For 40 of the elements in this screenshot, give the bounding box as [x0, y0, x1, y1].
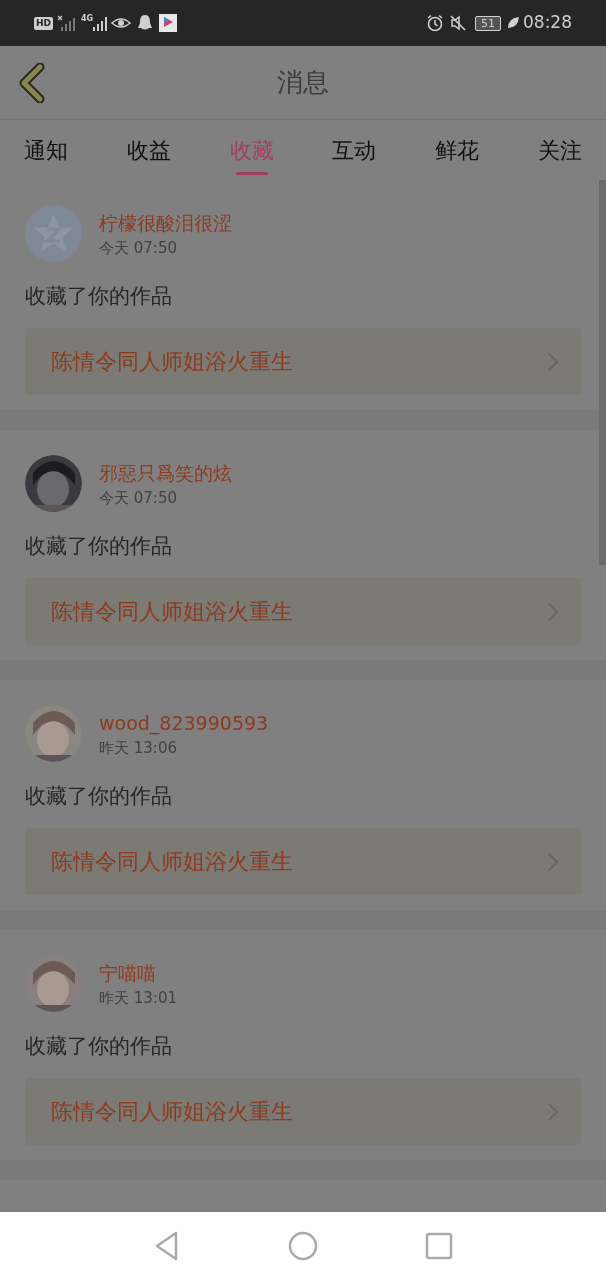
- signal-icon: [93, 15, 108, 31]
- work-link[interactable]: 陈情令同人师姐浴火重生: [25, 828, 581, 895]
- app-icon: [159, 14, 178, 32]
- triangle-back-icon: [154, 1231, 180, 1261]
- tab[interactable]: 鲜花: [435, 125, 480, 175]
- message-text: 收藏了你的作品: [25, 534, 173, 558]
- user-name[interactable]: 邪惡只爲笑的炫: [99, 459, 232, 486]
- message-time: 昨天 13:06: [99, 737, 178, 758]
- network-label: 4G: [81, 13, 94, 25]
- page-title: 消息: [277, 66, 329, 99]
- tab[interactable]: 通知: [24, 125, 68, 175]
- user-name[interactable]: 宁喵喵: [99, 959, 177, 986]
- tab[interactable]: 互动: [332, 125, 377, 175]
- square-recents-icon: [425, 1232, 453, 1260]
- mute-icon: [449, 14, 467, 32]
- user-name[interactable]: 柠檬很酸泪很涩: [99, 209, 232, 236]
- message-text: 收藏了你的作品: [25, 1034, 173, 1058]
- tab-underline: [235, 172, 268, 175]
- clock: 08:28: [523, 11, 572, 35]
- message-text: 收藏了你的作品: [25, 784, 173, 808]
- user-name[interactable]: wood_823990593: [99, 709, 269, 736]
- tab[interactable]: 关注: [538, 125, 582, 175]
- signal-icon: [57, 15, 77, 31]
- message-text: 收藏了你的作品: [25, 284, 173, 308]
- work-link[interactable]: 陈情令同人师姐浴火重生: [25, 578, 581, 645]
- back-icon: [18, 62, 46, 103]
- hd-icon: HD: [34, 16, 53, 30]
- work-link[interactable]: 陈情令同人师姐浴火重生: [25, 328, 581, 395]
- tab[interactable]: 收藏: [229, 125, 274, 175]
- circle-home-icon: [288, 1231, 318, 1261]
- message-time: 今天 07:50: [99, 487, 178, 508]
- leaf-icon: [506, 16, 520, 30]
- battery-indicator: 51: [475, 15, 501, 31]
- work-link[interactable]: 陈情令同人师姐浴火重生: [25, 1078, 581, 1145]
- message-time: 昨天 13:01: [99, 987, 177, 1008]
- eye-icon: [111, 15, 132, 31]
- default-avatar-icon: [25, 205, 82, 262]
- alarm-icon: [426, 14, 444, 32]
- tab[interactable]: 收益: [126, 125, 171, 175]
- message-time: 今天 07:50: [99, 237, 178, 258]
